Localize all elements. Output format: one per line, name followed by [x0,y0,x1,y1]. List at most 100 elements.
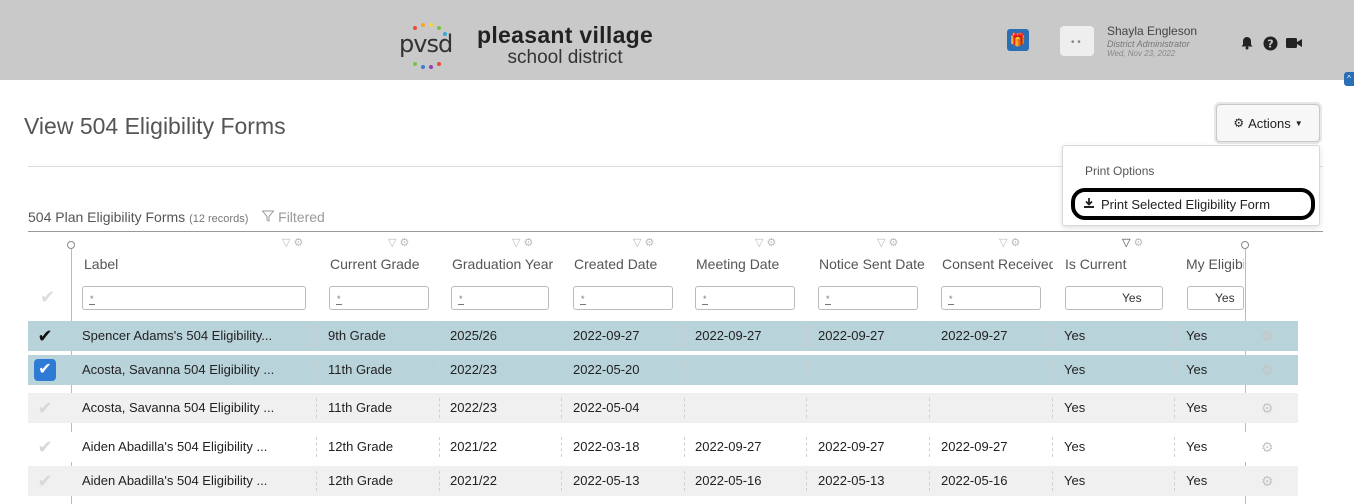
cell-separator [316,437,317,457]
cell-label[interactable]: Aiden Abadilla's 504 Eligibility ... [82,432,304,462]
cell-meeting: 2022-05-16 [695,473,762,488]
filter-input-grad-year[interactable]: * [451,286,549,310]
col-meeting-tools[interactable]: ▽ ⚙ [755,236,776,249]
cell-meeting: 2022-09-27 [695,439,762,454]
district-logo[interactable]: pvsd pleasant village school district [395,22,653,69]
top-bar: pvsd pleasant village school district 🎁 … [0,0,1354,80]
cell-label[interactable]: Spencer Adams's 504 Eligibility... [82,321,304,351]
cell-is-current: Yes [1064,328,1086,343]
col-header-label[interactable]: Label [84,256,304,272]
row-gear-icon[interactable]: ⚙ [1261,355,1274,385]
cell-grade: 9th Grade [328,328,386,343]
filter-input-meeting[interactable]: * [695,286,795,310]
user-info[interactable]: Shayla Engleson District Administrator W… [1107,24,1197,59]
row-checkbox[interactable]: ✔ [34,470,56,492]
cell-separator [806,437,807,457]
cell-consent: 2022-09-27 [941,439,1008,454]
cell-separator [929,437,930,457]
cell-separator [929,398,930,418]
col-label-tools[interactable]: ▽ ⚙ [282,236,303,249]
col-header-created[interactable]: Created Date [574,256,684,272]
row-gear-icon[interactable]: ⚙ [1261,432,1274,462]
gift-icon[interactable]: 🎁 [1007,29,1029,51]
filter-input-is-current[interactable]: Yes [1065,286,1163,310]
select-all-checkbox[interactable]: ✔ [40,287,55,308]
cell-label[interactable]: Aiden Abadilla's 504 Eligibility ... [82,466,304,496]
cell-my-elig: Yes [1186,473,1208,488]
col-is-current-tools[interactable]: ▽ ⚙ [1122,236,1143,249]
bell-icon[interactable] [1240,36,1254,53]
filter-input-label[interactable]: * [82,286,306,310]
cell-created: 2022-05-04 [573,400,640,415]
filter-input-grade[interactable]: * [329,286,429,310]
cell-my-elig: Yes [1186,328,1208,343]
caret-down-icon: ▼ [1294,118,1303,128]
cell-grad-year: 2022/23 [450,400,497,415]
col-created-tools[interactable]: ▽ ⚙ [633,236,654,249]
cell-my-elig: Yes [1186,439,1208,454]
print-selected-form-item[interactable]: Print Selected Eligibility Form [1071,188,1315,220]
page-title: View 504 Eligibility Forms [24,113,286,139]
cell-separator [684,326,685,346]
col-grade-tools[interactable]: ▽ ⚙ [388,236,409,249]
filter-input-my-eligibility[interactable]: Yes [1187,286,1244,310]
cell-separator [684,398,685,418]
video-icon[interactable] [1286,36,1302,53]
cell-label[interactable]: Acosta, Savanna 504 Eligibility ... [82,393,304,423]
cell-my-elig: Yes [1186,400,1208,415]
table-row[interactable]: ✔ Aiden Abadilla's 504 Eligibility ... 12t… [28,432,1298,462]
cell-created: 2022-05-13 [573,473,640,488]
row-gear-icon[interactable]: ⚙ [1261,466,1274,496]
help-icon[interactable]: ? [1263,36,1278,54]
row-checkbox[interactable]: ✔ [34,397,56,419]
cell-separator [316,471,317,491]
avatar[interactable]: • • [1060,26,1094,56]
row-checkbox[interactable]: ✔ [34,325,56,347]
freeze-handle-right[interactable] [1241,241,1249,249]
cell-is-current: Yes [1064,362,1086,377]
col-grad-year-tools[interactable]: ▽ ⚙ [512,236,533,249]
table-row[interactable]: ✔ Spencer Adams's 504 Eligibility... 9th G… [28,321,1298,351]
user-role: District Administrator [1107,38,1190,49]
cell-consent [941,393,1051,423]
cell-separator [1052,437,1053,457]
filter-input-notice[interactable]: * [818,286,918,310]
user-date: Wed, Nov 23, 2022 [1107,49,1176,59]
filter-input-consent[interactable]: * [941,286,1041,310]
row-checkbox[interactable]: ✔ [34,436,56,458]
cell-grade: 11th Grade [328,400,393,415]
actions-label: Actions [1248,115,1291,131]
table-row[interactable]: ✔ Acosta, Savanna 504 Eligibility ... 11th… [28,355,1298,385]
cell-separator [929,471,930,491]
cell-separator [1052,398,1053,418]
actions-button[interactable]: ⚙ Actions ▼ [1216,104,1320,142]
cell-created: 2022-09-27 [573,328,640,343]
filtered-indicator[interactable]: Filtered [261,209,325,225]
col-header-meeting[interactable]: Meeting Date [696,256,807,272]
cell-notice: 2022-09-27 [818,328,885,343]
freeze-handle-left[interactable] [67,241,75,249]
row-checkbox[interactable]: ✔ [34,359,56,381]
col-consent-tools[interactable]: ▽ ⚙ [999,236,1020,249]
cell-separator [1174,437,1175,457]
col-notice-tools[interactable]: ▽ ⚙ [877,236,898,249]
col-header-grad-year[interactable]: Graduation Year [452,256,563,272]
row-gear-icon[interactable]: ⚙ [1261,393,1274,423]
cell-created: 2022-03-18 [573,439,640,454]
row-gear-icon[interactable]: ⚙ [1261,321,1274,351]
col-header-is-current[interactable]: Is Current [1065,256,1175,272]
cell-notice: 2022-05-13 [818,473,885,488]
cell-meeting [695,355,805,385]
filter-input-created[interactable]: * [573,286,673,310]
collapse-header-button[interactable]: ^ [1344,72,1354,86]
col-header-grade[interactable]: Current Grade [330,256,440,272]
actions-dropdown: Print Options Print Selected Eligibility… [1062,145,1320,226]
cell-label[interactable]: Acosta, Savanna 504 Eligibility ... [82,355,304,385]
col-header-consent[interactable]: Consent Received [942,256,1053,272]
table-row[interactable]: ✔ Aiden Abadilla's 504 Eligibility ... 12t… [28,466,1298,496]
table-row[interactable]: ✔ Acosta, Savanna 504 Eligibility ... 11th… [28,393,1298,423]
cell-separator [929,326,930,346]
col-header-my-eligibility[interactable]: My Eligibility [1186,256,1244,272]
grid-title-text: 504 Plan Eligibility Forms [28,209,186,225]
col-header-notice[interactable]: Notice Sent Date [819,256,930,272]
